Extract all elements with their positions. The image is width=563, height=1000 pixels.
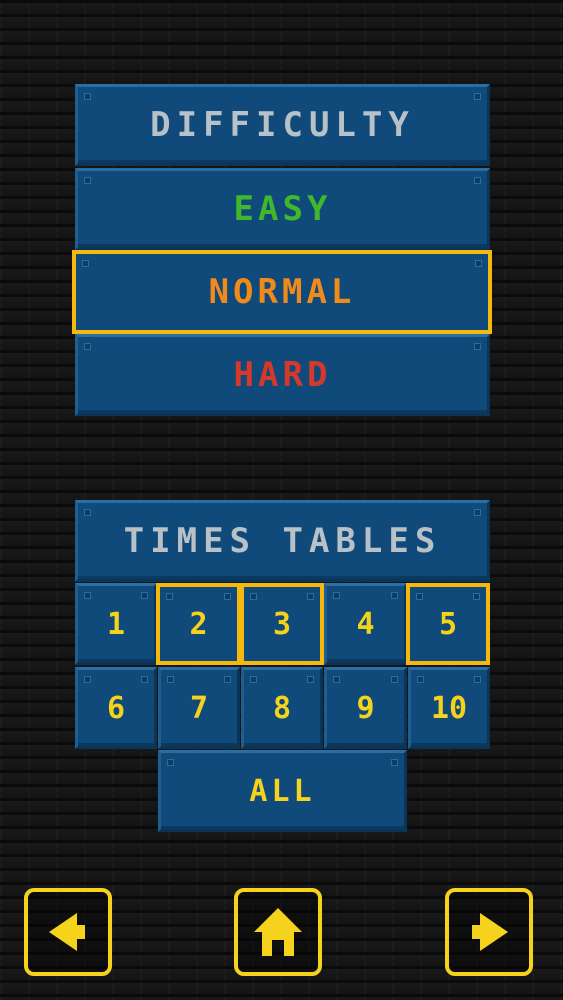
difficulty-header: DIFFICULTY xyxy=(75,84,490,166)
table-button-4[interactable]: 4 xyxy=(324,583,407,665)
home-button[interactable] xyxy=(234,888,322,976)
difficulty-hard-button[interactable]: HARD xyxy=(75,334,490,416)
difficulty-easy-button[interactable]: EASY xyxy=(75,168,490,250)
table-number: 2 xyxy=(189,606,208,642)
table-number: 8 xyxy=(272,690,292,726)
table-button-5[interactable]: 5 xyxy=(406,583,490,665)
difficulty-normal-button[interactable]: NORMAL xyxy=(72,250,492,334)
table-number: 9 xyxy=(356,690,375,726)
table-button-1[interactable]: 1 xyxy=(75,583,157,665)
table-number: 1 xyxy=(106,606,126,642)
difficulty-hard-label: HARD xyxy=(233,355,332,395)
times-tables-title: TIMES TABLES xyxy=(123,521,442,561)
home-icon xyxy=(254,908,302,956)
table-number: 4 xyxy=(356,606,375,642)
times-tables-header: TIMES TABLES xyxy=(75,500,490,582)
forward-button[interactable] xyxy=(445,888,533,976)
left-arrow-icon xyxy=(49,913,85,951)
table-button-6[interactable]: 6 xyxy=(75,667,157,749)
difficulty-normal-label: NORMAL xyxy=(208,272,356,312)
table-number: 3 xyxy=(272,606,292,642)
table-all-button[interactable]: ALL xyxy=(158,750,407,832)
right-arrow-icon xyxy=(472,913,508,951)
table-button-8[interactable]: 8 xyxy=(241,667,323,749)
table-button-3[interactable]: 3 xyxy=(240,583,324,665)
table-number: 10 xyxy=(430,690,468,726)
table-button-2[interactable]: 2 xyxy=(156,583,241,665)
table-number: 5 xyxy=(438,606,458,642)
table-all-label: ALL xyxy=(249,773,316,809)
table-number: 7 xyxy=(189,690,209,726)
difficulty-easy-label: EASY xyxy=(233,189,332,229)
table-button-9[interactable]: 9 xyxy=(324,667,407,749)
back-button[interactable] xyxy=(24,888,112,976)
table-number: 6 xyxy=(106,690,126,726)
table-button-7[interactable]: 7 xyxy=(158,667,240,749)
table-button-10[interactable]: 10 xyxy=(408,667,490,749)
difficulty-title: DIFFICULTY xyxy=(150,105,415,145)
